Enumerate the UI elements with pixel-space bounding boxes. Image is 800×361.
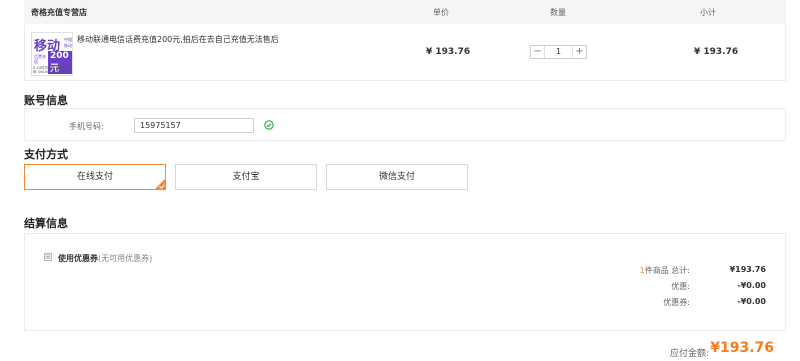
quantity-increase-button[interactable]: + [572, 46, 586, 58]
thumbnail-tag-text: 中国移动 [64, 37, 72, 48]
settlement-box: ⊞ 使用优惠券 (无可用优惠券) 1件商品 总计: ¥193.76 优惠: -¥… [24, 233, 786, 331]
summary-label-coupon: 优惠券: [663, 298, 690, 307]
coupon-expand-icon[interactable]: ⊞ [44, 253, 52, 261]
store-name[interactable]: 奇格充值专营店 [31, 7, 87, 18]
selected-corner-check-icon [154, 178, 166, 190]
check-circle-icon [264, 120, 274, 130]
summary-label-text: 件商品 总计: [644, 266, 690, 275]
thumbnail-footer-text: 0-24时内到账 请核对号码 ONLINE TOP-UP [33, 66, 71, 74]
coupon-note: (无可用优惠券) [98, 254, 153, 263]
cart-header: 奇格充值专营店 单价 数量 小计 [24, 0, 786, 24]
coupon-label[interactable]: 使用优惠券 [58, 253, 98, 264]
quantity-input[interactable]: 1 [545, 46, 572, 58]
payment-option-wechat[interactable]: 微信支付 [326, 164, 468, 190]
column-header-price: 单价 [433, 8, 449, 17]
summary-value-total: ¥193.76 [729, 265, 766, 274]
line-subtotal: ¥ 193.76 [694, 47, 739, 57]
column-header-subtotal: 小计 [700, 8, 716, 17]
column-header-quantity: 数量 [550, 8, 566, 17]
product-thumbnail[interactable]: 移动 中国移动 话费充值 200元 0-24时内到账 请核对号码 ONLINE … [31, 32, 73, 76]
summary-value-discount: -¥0.00 [737, 281, 766, 290]
summary-value-coupon: -¥0.00 [737, 297, 766, 306]
payment-option-label: 在线支付 [76, 172, 113, 182]
quantity-decrease-button[interactable]: − [531, 46, 545, 58]
payment-option-alipay[interactable]: 支付宝 [175, 164, 317, 190]
payment-option-label: 微信支付 [378, 172, 415, 182]
summary-label-total: 1件商品 总计: [640, 265, 690, 276]
unit-price: ¥ 193.76 [426, 47, 471, 57]
thumbnail-small-text: 话费充值 [34, 54, 46, 64]
quantity-stepper: − 1 + [530, 45, 587, 59]
payment-option-online[interactable]: 在线支付 [24, 164, 166, 190]
product-title[interactable]: 移动联通电信话费充值200元,拍后在去自己充值无法售后 [77, 34, 279, 45]
payment-option-label: 支付宝 [232, 172, 260, 182]
account-section-title: 账号信息 [24, 94, 68, 107]
payable-amount-label: 应付金额: [669, 349, 709, 359]
phone-input[interactable] [134, 118, 254, 133]
payment-section-title: 支付方式 [24, 148, 68, 161]
payable-amount-value: ¥193.76 [710, 340, 774, 356]
summary-label-discount: 优惠: [671, 282, 690, 291]
cart-item-row: 移动 中国移动 话费充值 200元 0-24时内到账 请核对号码 ONLINE … [24, 24, 786, 81]
settlement-section-title: 结算信息 [24, 217, 68, 230]
account-box: 手机号码: [24, 108, 786, 141]
phone-label: 手机号码: [69, 122, 104, 131]
